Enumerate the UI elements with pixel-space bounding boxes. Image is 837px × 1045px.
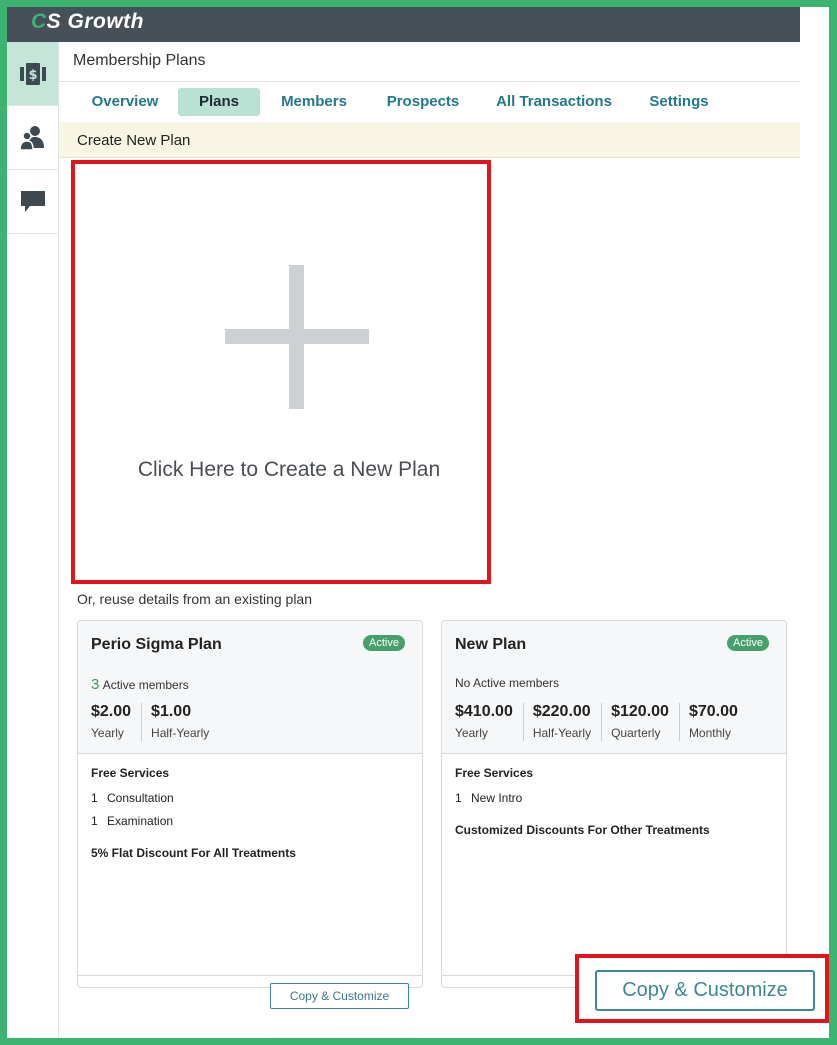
top-bar: CS Growth (7, 7, 800, 42)
price-item: $410.00 Yearly (455, 703, 524, 741)
service-item: 1 Consultation (91, 791, 174, 805)
chat-icon (20, 190, 45, 213)
members-count: No Active members (455, 676, 560, 690)
sidebar-item-membership[interactable]: $ (7, 42, 58, 106)
page-title: Membership Plans (73, 52, 206, 69)
sidebar-item-members[interactable] (7, 106, 58, 170)
status-badge: Active (727, 635, 769, 651)
plan-card-header: New Plan Active No Active members $410.0… (442, 621, 786, 754)
plan-card: New Plan Active No Active members $410.0… (441, 620, 787, 988)
plan-prices: $2.00 Yearly $1.00 Half-Yearly (91, 703, 228, 741)
plan-name: Perio Sigma Plan (91, 636, 222, 653)
create-plan-label: Create New Plan (77, 132, 191, 149)
tab-prospects[interactable]: Prospects (375, 88, 471, 116)
create-plan-bar: Create New Plan (59, 122, 800, 158)
svg-text:$: $ (28, 68, 37, 83)
status-badge: Active (363, 635, 405, 651)
free-services-title: Free Services (455, 766, 534, 780)
tab-settings[interactable]: Settings (641, 88, 717, 116)
plus-icon-bar (225, 329, 369, 344)
tab-overview[interactable]: Overview (85, 88, 165, 116)
create-plan-text: Click Here to Create a New Plan (137, 458, 441, 481)
tabs-divider (59, 81, 800, 82)
card-footer-divider (78, 975, 422, 976)
copy-customize-button[interactable]: Copy & Customize (595, 970, 815, 1011)
create-new-plan-tile[interactable]: Click Here to Create a New Plan (71, 160, 491, 584)
price-item: $220.00 Half-Yearly (533, 703, 603, 741)
tab-members[interactable]: Members (273, 88, 355, 116)
discount-text: Customized Discounts For Other Treatment… (455, 823, 710, 837)
copy-customize-highlight: Copy & Customize (575, 954, 829, 1023)
price-item: $2.00 Yearly (91, 703, 143, 741)
plan-card-header: Perio Sigma Plan Active 3 Active members… (78, 621, 422, 754)
discount-text: 5% Flat Discount For All Treatments (91, 846, 296, 860)
plan-card-body: Free Services 1 New Intro Customized Disc… (455, 766, 773, 837)
plan-card: Perio Sigma Plan Active 3 Active members… (77, 620, 423, 1009)
sidebar: $ (7, 42, 59, 1038)
tab-plans[interactable]: Plans (178, 88, 260, 116)
plan-prices: $410.00 Yearly $220.00 Half-Yearly $120.… (455, 703, 757, 741)
service-item: 1 New Intro (455, 791, 523, 805)
money-icon: $ (19, 62, 46, 85)
main-content: Membership Plans Overview Plans Members … (59, 42, 800, 1038)
app-logo[interactable]: CS Growth (31, 10, 144, 34)
service-item: 1 Examination (91, 814, 174, 828)
copy-customize-button[interactable]: Copy & Customize (270, 983, 409, 1009)
plan-name: New Plan (455, 636, 527, 653)
sidebar-item-messages[interactable] (7, 170, 58, 234)
price-item: $120.00 Quarterly (611, 703, 680, 741)
members-count: 3 Active members (91, 676, 189, 693)
plan-card-body: Free Services 1 Consultation 1 Examination… (91, 766, 409, 860)
price-item: $70.00 Monthly (688, 703, 738, 740)
users-icon (19, 125, 46, 150)
app-window: CS Growth $ Membership Plans Overview Pl… (7, 7, 829, 1038)
free-services-title: Free Services (91, 766, 170, 780)
price-item: $1.00 Half-Yearly (151, 703, 210, 740)
reuse-hint: Or, reuse details from an existing plan (77, 591, 313, 607)
tab-all-transactions[interactable]: All Transactions (489, 88, 619, 116)
